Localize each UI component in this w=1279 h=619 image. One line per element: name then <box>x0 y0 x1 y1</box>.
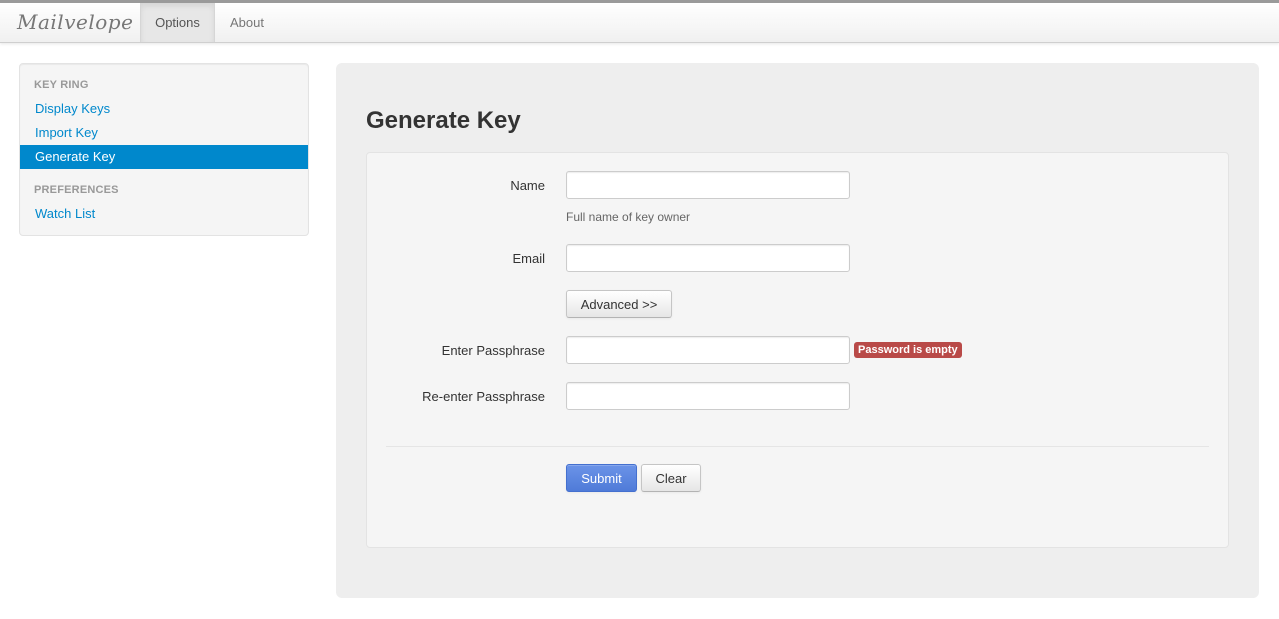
passphrase-error-badge: Password is empty <box>854 342 962 358</box>
sidebar-item-display-keys[interactable]: Display Keys <box>20 97 308 121</box>
email-label: Email <box>512 251 545 266</box>
sidebar-header-key-ring: KEY RING <box>34 79 89 91</box>
generate-key-form: Name Full name of key owner Email Advanc… <box>366 152 1229 548</box>
clear-button[interactable]: Clear <box>641 464 701 492</box>
advanced-button[interactable]: Advanced >> <box>566 290 672 318</box>
sidebar-header-preferences: PREFERENCES <box>34 184 119 196</box>
brand-logo[interactable]: Mailvelope <box>17 10 133 34</box>
sidebar: KEY RING Display Keys Import Key Generat… <box>19 63 309 236</box>
passphrase-label: Enter Passphrase <box>441 343 545 358</box>
name-label: Name <box>510 178 545 193</box>
sidebar-item-import-key[interactable]: Import Key <box>20 121 308 145</box>
name-help-text: Full name of key owner <box>566 210 691 224</box>
page-title: Generate Key <box>366 107 521 134</box>
name-input[interactable] <box>566 171 850 199</box>
submit-button[interactable]: Submit <box>566 464 637 492</box>
form-divider <box>386 446 1209 447</box>
repassphrase-label: Re-enter Passphrase <box>422 389 545 404</box>
main-panel: Generate Key Name Full name of key owner… <box>336 63 1259 598</box>
sidebar-item-watch-list[interactable]: Watch List <box>20 202 308 226</box>
tab-about[interactable]: About <box>215 3 279 42</box>
sidebar-item-generate-key[interactable]: Generate Key <box>20 145 308 169</box>
tab-options[interactable]: Options <box>140 3 215 42</box>
email-input[interactable] <box>566 244 850 272</box>
top-navbar: Mailvelope Options About <box>0 0 1279 43</box>
passphrase-input[interactable] <box>566 336 850 364</box>
repassphrase-input[interactable] <box>566 382 850 410</box>
